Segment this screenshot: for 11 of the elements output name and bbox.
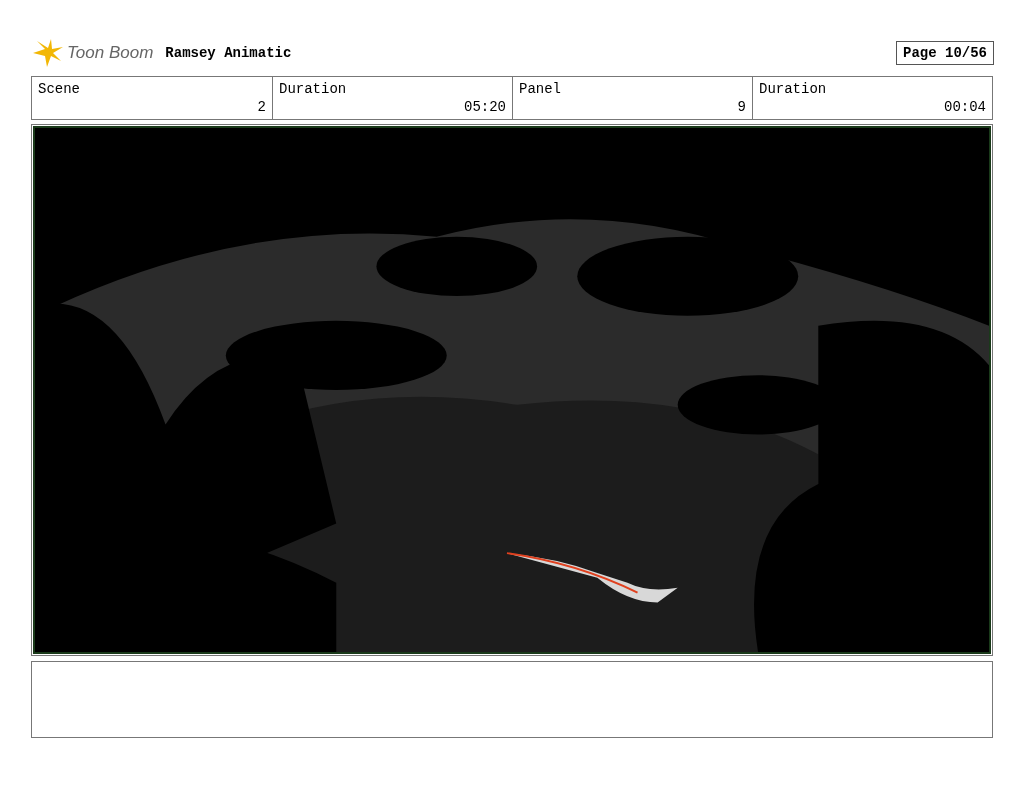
field-label: Scene bbox=[38, 80, 80, 98]
document-title: Ramsey Animatic bbox=[165, 45, 292, 61]
field-label: Duration bbox=[279, 80, 347, 98]
page-number: Page 10/56 bbox=[896, 41, 994, 65]
field-label: Duration bbox=[759, 80, 827, 98]
field-label: Panel bbox=[519, 80, 561, 98]
field-value: 05:20 bbox=[464, 98, 506, 116]
field-value: 9 bbox=[737, 98, 746, 116]
field-value: 2 bbox=[257, 98, 266, 116]
field-value: 00:04 bbox=[944, 98, 986, 116]
logo-text: Toon Boom bbox=[67, 43, 154, 63]
